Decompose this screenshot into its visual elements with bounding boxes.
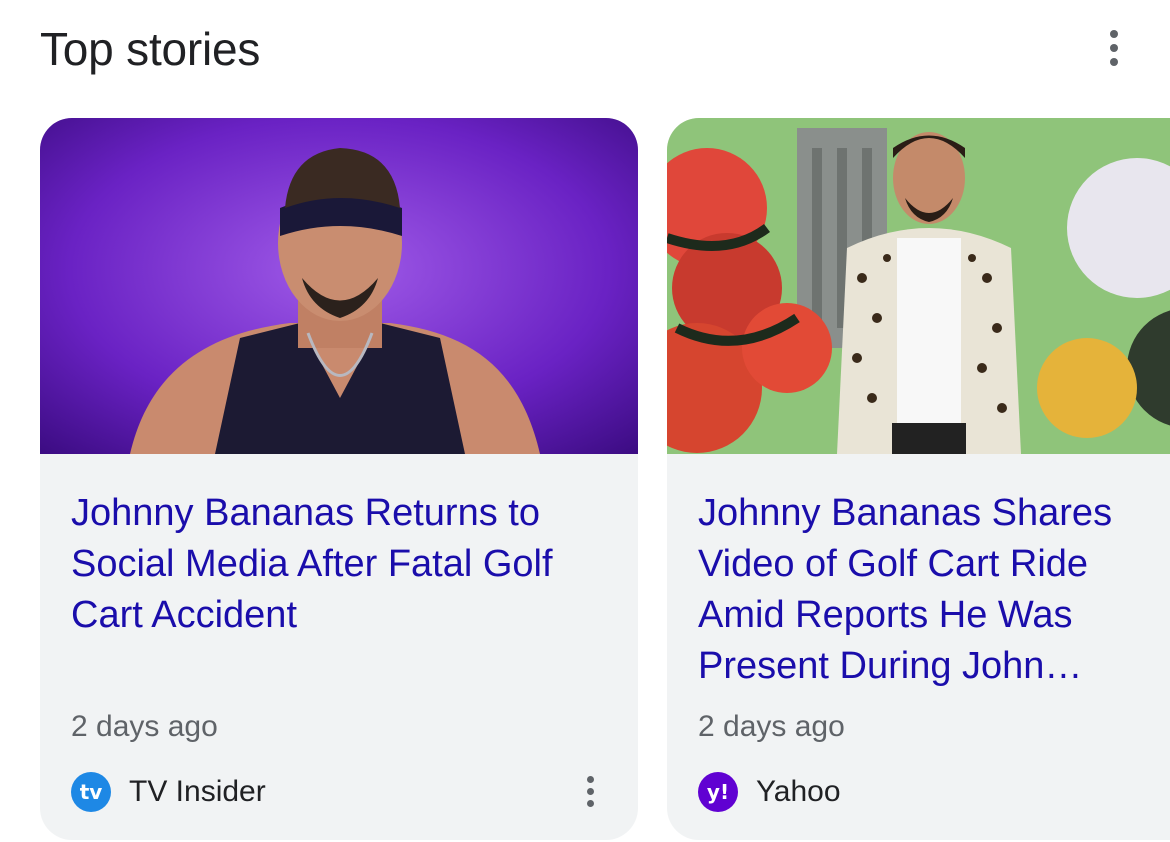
- story-card[interactable]: Johnny Bananas Returns to Social Media A…: [40, 118, 638, 840]
- story-card[interactable]: Johnny Bananas Shares Video of Golf Cart…: [667, 118, 1170, 840]
- more-options-icon[interactable]: [1094, 28, 1134, 68]
- story-headline[interactable]: Johnny Bananas Returns to Social Media A…: [71, 488, 611, 641]
- story-time: 2 days ago: [71, 710, 218, 743]
- yahoo-logo-icon: y!: [698, 772, 738, 812]
- source-name: Yahoo: [756, 775, 841, 808]
- story-time: 2 days ago: [698, 710, 845, 743]
- source-name: TV Insider: [129, 775, 266, 808]
- story-source[interactable]: y! Yahoo: [698, 772, 841, 812]
- tv-insider-logo-icon: tv: [71, 772, 111, 812]
- story-thumbnail[interactable]: [667, 118, 1170, 454]
- section-title: Top stories: [40, 23, 261, 75]
- story-headline[interactable]: Johnny Bananas Shares Video of Golf Cart…: [698, 488, 1168, 692]
- story-thumbnail[interactable]: [40, 118, 638, 454]
- story-source[interactable]: tv TV Insider: [71, 772, 266, 812]
- card-more-options-icon[interactable]: [578, 768, 602, 814]
